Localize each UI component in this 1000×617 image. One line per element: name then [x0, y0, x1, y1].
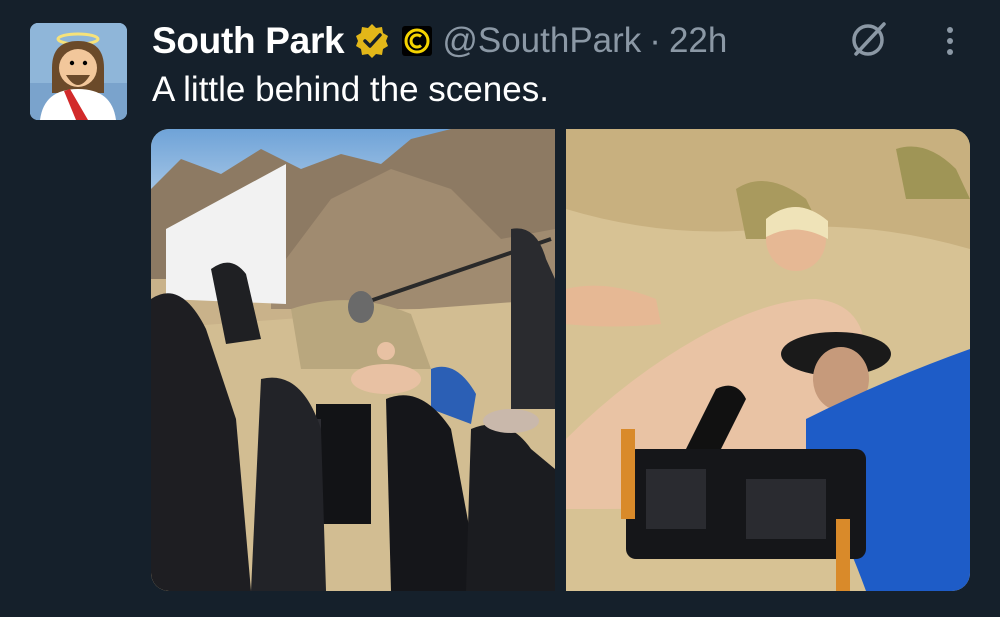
- tweet-header: South Park @SouthPark · 22h: [152, 16, 727, 66]
- timestamp[interactable]: 22h: [669, 21, 727, 61]
- more-vertical-icon[interactable]: [938, 22, 962, 60]
- media-grid: [151, 129, 970, 591]
- separator-dot: ·: [649, 21, 661, 60]
- media-photo-2[interactable]: [566, 129, 970, 591]
- media-photo-1[interactable]: [151, 129, 555, 591]
- avatar[interactable]: [30, 23, 127, 120]
- verified-badge-icon[interactable]: [354, 23, 390, 59]
- handle[interactable]: @SouthPark: [442, 21, 641, 61]
- tweet[interactable]: South Park @SouthPark · 22h A little beh…: [0, 0, 1000, 617]
- display-name[interactable]: South Park: [152, 20, 345, 62]
- grok-icon[interactable]: [848, 18, 890, 60]
- comedy-central-logo-icon[interactable]: [402, 26, 433, 56]
- tweet-text: A little behind the scenes.: [152, 70, 549, 109]
